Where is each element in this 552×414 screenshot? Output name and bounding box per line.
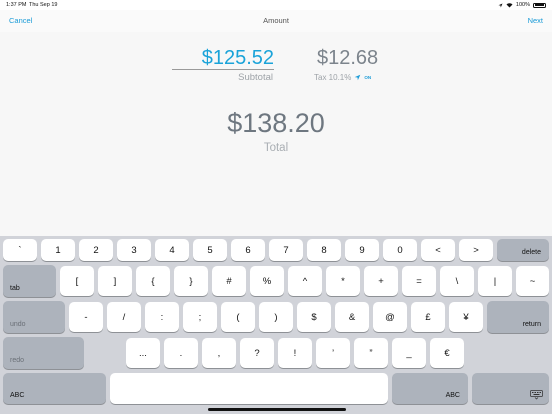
key[interactable]: ]	[98, 266, 132, 296]
key[interactable]: >	[459, 239, 493, 261]
status-date: Thu Sep 19	[29, 2, 58, 8]
key[interactable]: ;	[183, 302, 217, 332]
undo-key[interactable]: undo	[3, 301, 65, 333]
key[interactable]: ”	[354, 338, 388, 368]
wifi-icon	[506, 2, 513, 7]
abc-key-right[interactable]: ABC	[392, 373, 468, 404]
tab-key[interactable]: tab	[3, 265, 56, 297]
subtotal-label: Subtotal	[238, 72, 273, 83]
subtotal-input[interactable]: $125.52	[172, 47, 274, 70]
key[interactable]: 7	[269, 239, 303, 261]
key[interactable]: [	[60, 266, 94, 296]
subtotal-underline	[172, 69, 274, 70]
home-indicator	[208, 408, 346, 411]
key[interactable]: .	[164, 338, 198, 368]
next-button[interactable]: Next	[528, 16, 543, 25]
key[interactable]: :	[145, 302, 179, 332]
total-label: Total	[263, 142, 289, 154]
key[interactable]: ?	[240, 338, 274, 368]
key[interactable]: #	[212, 266, 246, 296]
key[interactable]: 8	[307, 239, 341, 261]
key[interactable]: €	[430, 338, 464, 368]
status-time: 1:37 PM	[6, 2, 27, 8]
key[interactable]: $	[297, 302, 331, 332]
status-right: 100%	[498, 2, 546, 8]
return-key[interactable]: return	[487, 301, 549, 333]
key[interactable]: 3	[117, 239, 151, 261]
location-arrow-icon	[498, 3, 503, 7]
key[interactable]: 2	[79, 239, 113, 261]
key[interactable]: %	[250, 266, 284, 296]
redo-key[interactable]: redo	[3, 337, 84, 369]
key[interactable]: -	[69, 302, 103, 332]
navigation-bar: Cancel Amount Next	[0, 10, 552, 32]
key[interactable]: 6	[231, 239, 265, 261]
key[interactable]: \	[440, 266, 474, 296]
nav-title: Amount	[263, 16, 289, 25]
key[interactable]: +	[364, 266, 398, 296]
key[interactable]: ^	[288, 266, 322, 296]
key[interactable]: ~	[516, 266, 549, 296]
key[interactable]: ,	[202, 338, 236, 368]
key[interactable]: _	[392, 338, 426, 368]
key[interactable]: !	[278, 338, 312, 368]
key[interactable]: 4	[155, 239, 189, 261]
key[interactable]: 0	[383, 239, 417, 261]
key[interactable]: (	[221, 302, 255, 332]
delete-key[interactable]: delete	[497, 239, 549, 261]
key[interactable]: ’	[316, 338, 350, 368]
battery-percent: 100%	[515, 2, 530, 8]
key[interactable]: <	[421, 239, 455, 261]
amount-panel: $125.52 Subtotal $12.68 Tax 10.1% ON $13…	[0, 32, 552, 236]
dismiss-keyboard-key[interactable]	[472, 373, 549, 404]
key[interactable]: *	[326, 266, 360, 296]
tax-label: Tax 10.1%	[314, 73, 352, 82]
key[interactable]: }	[174, 266, 208, 296]
tax-location-status: ON	[364, 75, 372, 80]
key[interactable]: ...	[126, 338, 160, 368]
key[interactable]: &	[335, 302, 369, 332]
keyboard: ` 1 2 3 4 5 6 7 8 9 0 < > delete tab [ ]…	[0, 236, 552, 414]
key[interactable]: @	[373, 302, 407, 332]
total-value: $138.20	[227, 108, 325, 138]
key[interactable]: 5	[193, 239, 227, 261]
tax-label-row[interactable]: Tax 10.1% ON	[314, 73, 371, 82]
abc-key-left[interactable]: ABC	[3, 373, 106, 404]
key[interactable]: ¥	[449, 302, 483, 332]
key[interactable]: =	[402, 266, 436, 296]
key[interactable]: /	[107, 302, 141, 332]
key[interactable]: |	[478, 266, 512, 296]
key[interactable]: 9	[345, 239, 379, 261]
keyboard-dismiss-icon	[530, 390, 543, 400]
tax-value[interactable]: $12.68	[317, 47, 378, 70]
location-arrow-icon	[355, 74, 361, 81]
key[interactable]: `	[3, 239, 37, 261]
space-key[interactable]	[110, 373, 388, 404]
key[interactable]: £	[411, 302, 445, 332]
key[interactable]: {	[136, 266, 170, 296]
key[interactable]: )	[259, 302, 293, 332]
battery-icon	[533, 2, 546, 8]
status-bar: 1:37 PM Thu Sep 19 100%	[0, 0, 552, 10]
key[interactable]: 1	[41, 239, 75, 261]
